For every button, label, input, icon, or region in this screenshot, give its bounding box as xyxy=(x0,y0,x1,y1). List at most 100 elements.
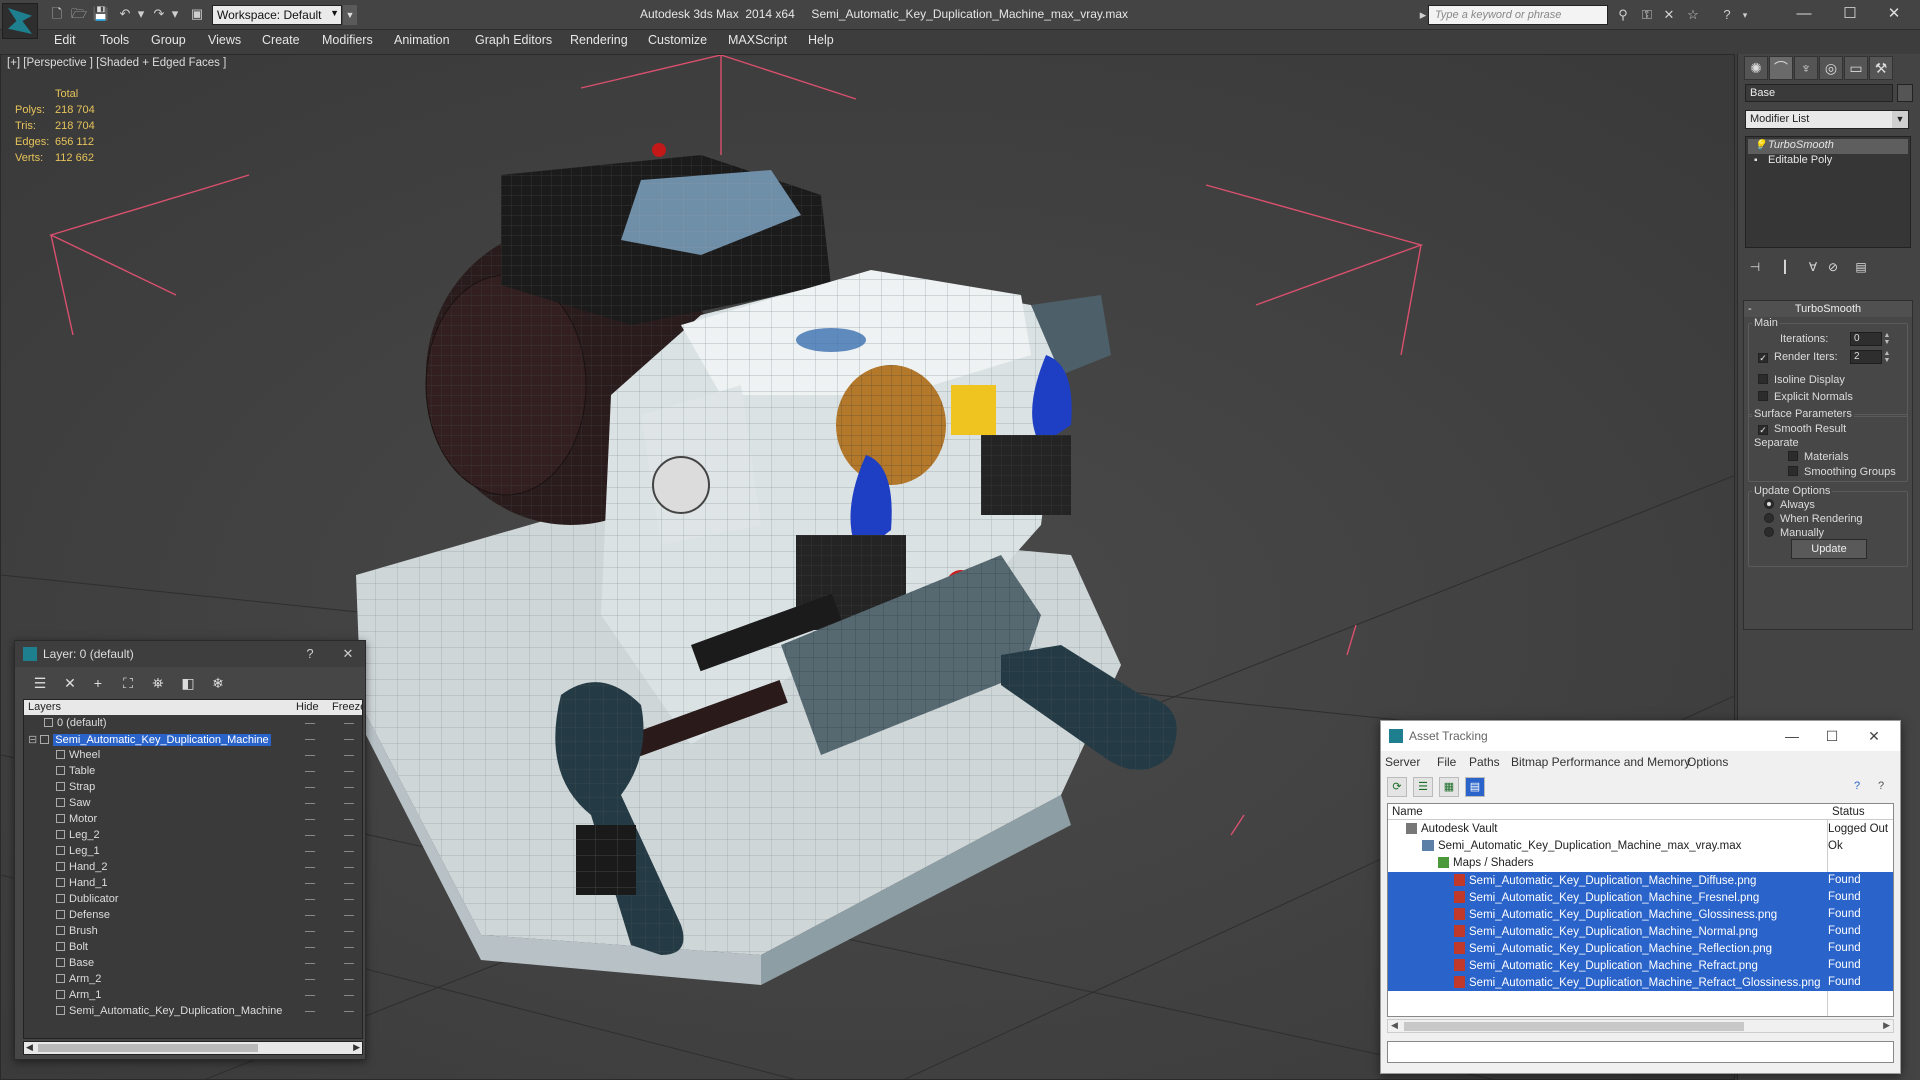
menu-modifiers[interactable]: Modifiers xyxy=(322,33,373,47)
help-dropdown-icon[interactable]: ▾ xyxy=(1736,6,1754,24)
freeze-toggle[interactable] xyxy=(344,867,354,868)
asset-menu-bitmap-performance[interactable]: Bitmap Performance and Memory xyxy=(1511,755,1690,769)
help-dropdown-icon[interactable]: ? xyxy=(1871,777,1891,797)
asset-path-field[interactable] xyxy=(1387,1041,1894,1063)
add-to-layer-icon[interactable]: + xyxy=(87,673,109,693)
object-row[interactable]: Hand_1 xyxy=(24,876,362,892)
object-row[interactable]: Bolt xyxy=(24,940,362,956)
rollout-header[interactable]: - TurboSmooth xyxy=(1744,301,1912,317)
freeze-toggle[interactable] xyxy=(344,963,354,964)
freeze-toggle[interactable] xyxy=(344,803,354,804)
list-view-icon[interactable]: ☰ xyxy=(1413,777,1433,797)
object-row[interactable]: Arm_1 xyxy=(24,988,362,1004)
hide-toggle[interactable] xyxy=(305,851,315,852)
menu-graph-editors[interactable]: Graph Editors xyxy=(475,33,552,47)
asset-maximize-button[interactable]: ☐ xyxy=(1817,726,1847,746)
redo-dropdown-icon[interactable]: ▾ xyxy=(166,6,184,22)
asset-row[interactable]: Semi_Automatic_Key_Duplication_Machine_N… xyxy=(1388,923,1893,940)
configure-modifier-sets-icon[interactable]: ▤ xyxy=(1850,257,1872,277)
object-row[interactable]: Semi_Automatic_Key_Duplication_Machine xyxy=(24,1004,362,1020)
collapse-icon[interactable]: ⊟ xyxy=(28,734,40,746)
object-row[interactable]: Dublicator xyxy=(24,892,362,908)
modify-tab-icon[interactable]: ⌒ xyxy=(1769,56,1793,80)
always-radio[interactable] xyxy=(1764,499,1774,509)
asset-row[interactable]: Semi_Automatic_Key_Duplication_Machine_F… xyxy=(1388,889,1893,906)
freeze-toggle[interactable] xyxy=(344,899,354,900)
hide-toggle[interactable] xyxy=(305,835,315,836)
hide-toggle[interactable] xyxy=(305,979,315,980)
col-status[interactable]: Status xyxy=(1832,806,1865,818)
asset-menu-options[interactable]: Options xyxy=(1687,755,1728,769)
new-file-icon[interactable]: 🗋 xyxy=(48,6,66,22)
thumbnail-view-icon[interactable]: ▦ xyxy=(1439,777,1459,797)
materials-checkbox[interactable] xyxy=(1788,451,1798,461)
save-icon[interactable]: 💾 xyxy=(92,6,110,22)
col-name[interactable]: Name xyxy=(1392,806,1423,818)
object-color-swatch[interactable] xyxy=(1897,84,1913,102)
asset-close-button[interactable]: ✕ xyxy=(1859,726,1889,746)
refresh-icon[interactable]: ⟳ xyxy=(1387,777,1407,797)
help-icon[interactable]: ? xyxy=(1718,6,1736,24)
minimize-button[interactable]: — xyxy=(1784,2,1824,26)
hierarchy-tab-icon[interactable]: ♆ xyxy=(1794,56,1818,80)
smoothing-groups-checkbox[interactable] xyxy=(1788,466,1798,476)
hide-unhide-layers-icon[interactable]: ◧ xyxy=(177,673,199,693)
always-row[interactable]: Always xyxy=(1764,499,1815,511)
menu-customize[interactable]: Customize xyxy=(648,33,707,47)
smoothing-groups-row[interactable]: Smoothing Groups xyxy=(1788,466,1896,478)
freeze-toggle[interactable] xyxy=(344,979,354,980)
freeze-toggle[interactable] xyxy=(344,723,354,724)
hide-toggle[interactable] xyxy=(305,771,315,772)
explicit-normals-checkbox[interactable] xyxy=(1758,391,1768,401)
object-row[interactable]: Leg_1 xyxy=(24,844,362,860)
render-iters-row[interactable]: ✓ Render Iters: xyxy=(1758,351,1838,363)
asset-row[interactable]: Semi_Automatic_Key_Duplication_Machine_m… xyxy=(1388,838,1893,855)
smooth-result-checkbox[interactable]: ✓ xyxy=(1758,425,1768,435)
manually-row[interactable]: Manually xyxy=(1764,527,1824,539)
object-row[interactable]: Defense xyxy=(24,908,362,924)
hide-toggle[interactable] xyxy=(305,947,315,948)
binoculars-icon[interactable]: ⚲ xyxy=(1614,6,1632,24)
asset-menu-server[interactable]: Server xyxy=(1385,755,1420,769)
object-row[interactable]: Table xyxy=(24,764,362,780)
app-menu-logo[interactable] xyxy=(2,3,38,39)
asset-row[interactable]: Semi_Automatic_Key_Duplication_Machine_R… xyxy=(1388,957,1893,974)
freeze-toggle[interactable] xyxy=(344,819,354,820)
freeze-toggle[interactable] xyxy=(344,771,354,772)
asset-row[interactable]: Semi_Automatic_Key_Duplication_Machine_G… xyxy=(1388,906,1893,923)
asset-row[interactable]: Semi_Automatic_Key_Duplication_Machine_R… xyxy=(1388,974,1893,991)
object-row[interactable]: Wheel xyxy=(24,748,362,764)
menu-tools[interactable]: Tools xyxy=(100,33,129,47)
col-layers[interactable]: Layers xyxy=(28,701,61,713)
select-objects-in-layer-icon[interactable]: ⛶ xyxy=(117,673,139,693)
close-button[interactable]: ✕ xyxy=(1874,2,1914,26)
object-row[interactable]: Brush xyxy=(24,924,362,940)
maximize-button[interactable]: ☐ xyxy=(1830,2,1870,26)
spinner-arrows-icon[interactable]: ▲ ▼ xyxy=(1882,350,1892,364)
menu-edit[interactable]: Edit xyxy=(54,33,76,47)
hide-toggle[interactable] xyxy=(305,1011,315,1012)
delete-layer-icon[interactable]: ✕ xyxy=(59,673,81,693)
freeze-toggle[interactable] xyxy=(344,915,354,916)
asset-row[interactable]: Semi_Automatic_Key_Duplication_Machine_D… xyxy=(1388,872,1893,889)
scrollbar-thumb[interactable] xyxy=(1404,1022,1744,1031)
freeze-toggle[interactable] xyxy=(344,995,354,996)
hide-toggle[interactable] xyxy=(305,899,315,900)
asset-row[interactable]: Maps / Shaders xyxy=(1388,855,1893,872)
create-tab-icon[interactable]: ✺ xyxy=(1744,56,1768,80)
menu-create[interactable]: Create xyxy=(262,33,300,47)
workspace-dropdown[interactable]: Workspace: Default ▼ xyxy=(212,5,342,25)
stack-item-editable-poly[interactable]: ▪ Editable Poly xyxy=(1748,154,1908,169)
layer-row[interactable]: ⊟ Semi_Automatic_Key_Duplication_Machine xyxy=(24,732,362,748)
layer-row[interactable]: 0 (default) xyxy=(24,716,362,732)
spinner-arrows-icon[interactable]: ▲ ▼ xyxy=(1882,332,1892,346)
hide-toggle[interactable] xyxy=(305,995,315,996)
asset-horizontal-scrollbar[interactable]: ◀ ▶ xyxy=(1387,1019,1894,1033)
help-icon[interactable]: ? xyxy=(1847,777,1867,797)
lightbulb-icon[interactable]: 💡 xyxy=(1754,140,1766,151)
undo-dropdown-icon[interactable]: ▾ xyxy=(132,6,150,22)
iterations-spinner[interactable]: 0 xyxy=(1850,332,1882,346)
pin-stack-icon[interactable]: ⊣ xyxy=(1744,257,1766,277)
freeze-toggle[interactable] xyxy=(344,1011,354,1012)
object-row[interactable]: Saw xyxy=(24,796,362,812)
